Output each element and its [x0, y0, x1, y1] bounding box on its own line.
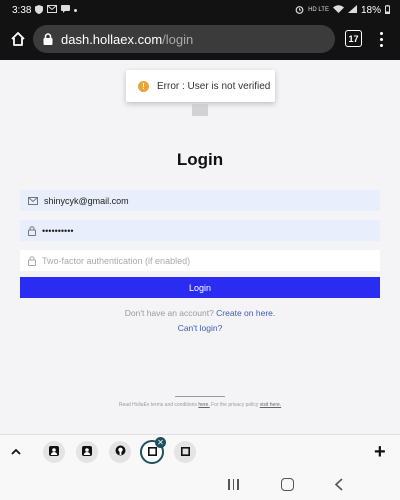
network-label: HD LTE [308, 7, 329, 13]
warning-icon: ! [138, 80, 149, 92]
hollaex-logo [192, 104, 208, 116]
mail-icon [47, 5, 58, 15]
no-account-text: Don't have an account? [124, 308, 214, 318]
password-field[interactable] [20, 220, 380, 241]
tab-group-strip: ✕ + [0, 434, 400, 470]
home-nav-icon[interactable] [281, 478, 294, 491]
mail-icon [28, 196, 38, 205]
person-icon [82, 443, 92, 461]
battery-icon [385, 4, 390, 16]
home-icon[interactable] [2, 23, 34, 55]
lock-icon [28, 255, 36, 266]
url-bar[interactable]: dash.hollaex.com/login [33, 25, 335, 53]
email-input[interactable] [44, 195, 344, 206]
message-icon [61, 5, 71, 15]
add-tab-button[interactable]: + [374, 441, 386, 463]
status-bar: 3:38 HD LTE 18% [0, 0, 400, 20]
person-icon [49, 443, 59, 461]
alarm-icon [295, 5, 304, 16]
email-field[interactable] [20, 190, 380, 211]
tab-thumb-1[interactable] [43, 441, 65, 463]
shield-icon [35, 4, 44, 16]
privacy-prefix: For the privacy policy [211, 402, 259, 408]
twofa-input[interactable] [42, 255, 342, 266]
lock-icon [28, 225, 36, 236]
tab-thumb-2[interactable] [76, 441, 98, 463]
tab-thumb-3[interactable] [109, 441, 131, 463]
wifi-icon [332, 5, 344, 15]
toast-message: Error : User is not verified [157, 80, 271, 92]
tab-thumb-5[interactable] [174, 441, 196, 463]
error-toast: ! Error : User is not verified [126, 70, 275, 102]
twofa-field[interactable] [20, 250, 380, 271]
footer-divider [175, 396, 225, 397]
system-nav-bar [0, 470, 400, 500]
dot-icon [74, 8, 78, 12]
terms-text: Read HollaEx terms and conditions here. … [0, 402, 400, 408]
url-path: /login [162, 31, 194, 47]
signal-icon [347, 5, 357, 15]
close-icon[interactable]: ✕ [155, 437, 166, 448]
recents-icon[interactable] [228, 479, 239, 490]
password-input[interactable] [42, 225, 342, 236]
url-host: dash.hollaex.com [61, 31, 163, 47]
menu-icon[interactable] [376, 29, 386, 49]
browser-chrome: 3:38 HD LTE 18% dash.hollaex.com /login … [0, 0, 400, 60]
status-time: 3:38 [12, 4, 32, 16]
back-icon[interactable] [334, 478, 344, 496]
square-icon [180, 443, 190, 461]
battery-level: 18% [360, 4, 381, 16]
signup-prompt: Don't have an account? Create on here. [0, 308, 400, 318]
terms-prefix: Read HollaEx terms and conditions [118, 402, 197, 408]
tab-switcher-button[interactable]: 17 [345, 30, 362, 47]
cant-login-link[interactable]: Can't login? [0, 323, 400, 333]
chevron-up-icon[interactable] [10, 446, 24, 460]
page-title: Login [176, 150, 224, 169]
github-icon [115, 443, 126, 461]
lock-icon[interactable] [43, 33, 53, 45]
login-button[interactable]: Login [20, 277, 380, 298]
terms-link[interactable]: here. [198, 402, 209, 408]
login-page: ! Error : User is not verified Login Log… [0, 60, 400, 434]
privacy-link[interactable]: visit here. [260, 402, 281, 408]
create-account-link[interactable]: Create on here. [216, 308, 275, 318]
